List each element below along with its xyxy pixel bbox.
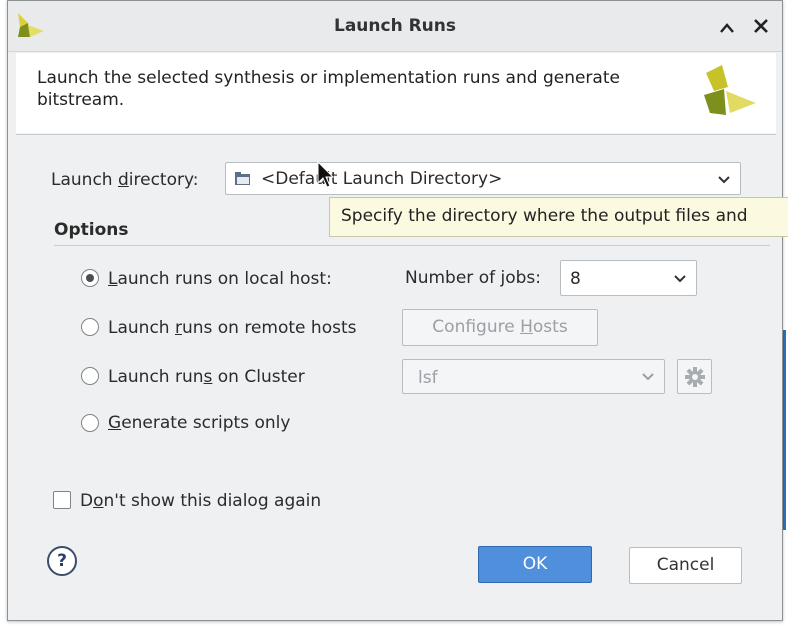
dialog-header: Launch the selected synthesis or impleme… xyxy=(16,53,776,133)
close-icon[interactable] xyxy=(748,11,774,41)
cluster-value: lsf xyxy=(418,368,438,388)
options-separator xyxy=(54,245,770,246)
chevron-down-icon[interactable] xyxy=(717,173,731,187)
cancel-button[interactable]: Cancel xyxy=(629,547,742,584)
configure-hosts-button[interactable]: Configure Hosts xyxy=(402,309,598,346)
options-section-title: Options xyxy=(54,220,129,240)
chevron-down-icon[interactable] xyxy=(673,272,687,286)
jobs-value: 8 xyxy=(570,269,581,289)
ok-button[interactable]: OK xyxy=(478,546,592,583)
dialog-description: Launch the selected synthesis or impleme… xyxy=(37,68,620,110)
chevron-down-icon[interactable] xyxy=(641,370,655,384)
local-host-label[interactable]: Launch runs on local host: xyxy=(108,269,332,289)
collapse-icon[interactable] xyxy=(714,11,740,41)
vivado-logo-icon xyxy=(704,65,756,115)
scripts-only-radio[interactable] xyxy=(81,414,99,432)
title-bar[interactable]: Launch Runs xyxy=(8,1,782,52)
launch-runs-dialog: Launch Runs Launch the selected synthesi… xyxy=(7,0,788,621)
mouse-cursor-icon xyxy=(317,161,335,188)
launch-directory-label: Launch directory: xyxy=(51,170,199,190)
launch-directory-value: <Default Launch Directory> xyxy=(261,169,503,189)
cluster-label[interactable]: Launch runs on Cluster xyxy=(108,367,305,387)
cluster-radio[interactable] xyxy=(81,367,99,385)
launch-directory-tooltip: Specify the directory where the output f… xyxy=(329,197,788,237)
folder-icon xyxy=(235,172,250,185)
remote-hosts-radio[interactable] xyxy=(81,318,99,336)
remote-hosts-label[interactable]: Launch runs on remote hosts xyxy=(108,318,356,338)
jobs-combo[interactable]: 8 xyxy=(560,260,697,296)
cluster-combo[interactable]: lsf xyxy=(402,359,665,394)
launch-directory-combo[interactable]: <Default Launch Directory> xyxy=(225,162,741,195)
background-fragment xyxy=(783,330,786,530)
dont-show-label[interactable]: Don't show this dialog again xyxy=(80,491,321,511)
dialog-title: Launch Runs xyxy=(333,16,457,36)
tooltip-text: Specify the directory where the output f… xyxy=(341,206,748,226)
scripts-only-label[interactable]: Generate scripts only xyxy=(108,413,290,433)
local-host-radio[interactable] xyxy=(81,269,99,287)
cluster-settings-button[interactable] xyxy=(677,359,712,394)
gear-icon xyxy=(685,367,705,387)
dont-show-checkbox[interactable] xyxy=(53,491,71,509)
help-icon[interactable]: ? xyxy=(47,546,77,576)
jobs-label: Number of jobs: xyxy=(405,268,541,288)
header-separator xyxy=(16,134,776,135)
